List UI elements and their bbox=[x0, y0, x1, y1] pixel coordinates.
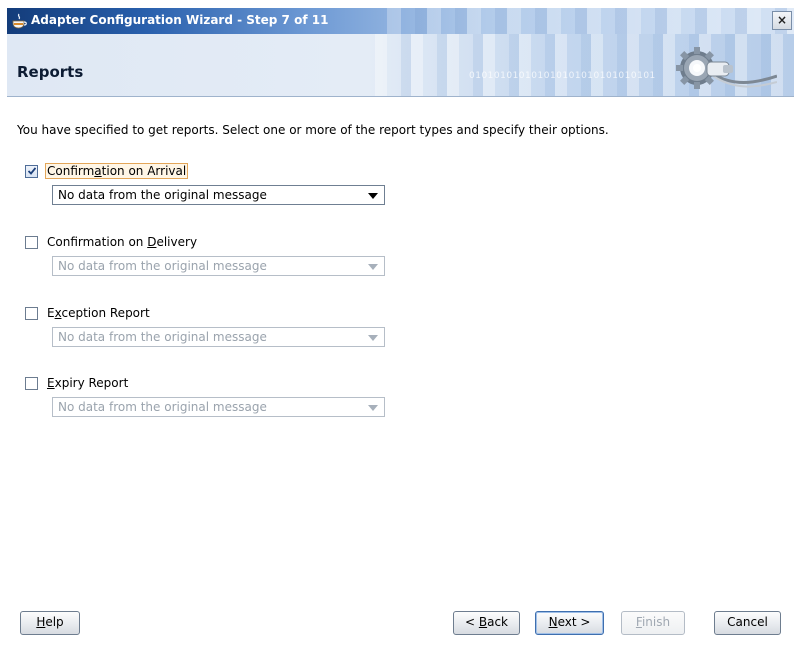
button-text: inish bbox=[641, 615, 671, 629]
page-title: Reports bbox=[17, 63, 84, 81]
confirmation-delivery-label[interactable]: Confirmation on Delivery bbox=[45, 234, 199, 250]
confirmation-arrival-checkbox[interactable] bbox=[25, 165, 38, 178]
exception-report-select[interactable]: No data from the original message bbox=[52, 327, 385, 347]
button-mnemonic: N bbox=[548, 615, 558, 629]
button-mnemonic: B bbox=[478, 615, 488, 629]
expiry-report-checkbox[interactable] bbox=[25, 377, 38, 390]
button-text: ext > bbox=[557, 615, 591, 629]
label-mnemonic: E bbox=[47, 376, 55, 390]
exception-report-label[interactable]: Exception Report bbox=[45, 305, 152, 321]
select-value: No data from the original message bbox=[58, 330, 267, 344]
instruction-text: You have specified to get reports. Selec… bbox=[17, 123, 609, 137]
confirmation-arrival-label[interactable]: Confirmation on Arrival bbox=[45, 163, 189, 179]
header-divider bbox=[7, 96, 794, 97]
cancel-button[interactable]: Cancel bbox=[714, 611, 781, 635]
report-group-delivery: Confirmation on Delivery No data from th… bbox=[25, 234, 385, 296]
close-button[interactable]: × bbox=[772, 11, 792, 30]
select-value: No data from the original message bbox=[58, 400, 267, 414]
window-title: Adapter Configuration Wizard - Step 7 of… bbox=[31, 13, 329, 27]
wizard-window: Adapter Configuration Wizard - Step 7 of… bbox=[7, 8, 794, 670]
finish-button[interactable]: Finish bbox=[621, 611, 685, 635]
button-text: ack bbox=[487, 615, 508, 629]
header-binary-text: 010101010101010101010101010101 bbox=[469, 71, 656, 81]
title-bar-decoration bbox=[387, 8, 794, 34]
next-button[interactable]: Next > bbox=[535, 611, 604, 635]
button-text: elp bbox=[45, 615, 64, 629]
close-icon: × bbox=[776, 13, 788, 27]
wizard-header: 010101010101010101010101010101 Reports bbox=[7, 34, 794, 96]
chevron-down-icon bbox=[368, 335, 378, 341]
report-group-exception: Exception Report No data from the origin… bbox=[25, 305, 385, 367]
label-text: elivery bbox=[156, 235, 198, 249]
chevron-down-icon bbox=[368, 264, 378, 270]
button-mnemonic: H bbox=[36, 615, 46, 629]
checkmark-icon bbox=[28, 167, 36, 175]
confirmation-delivery-select[interactable]: No data from the original message bbox=[52, 256, 385, 276]
confirmation-delivery-checkbox[interactable] bbox=[25, 236, 38, 249]
expiry-report-label[interactable]: Expiry Report bbox=[45, 375, 130, 391]
label-text: E bbox=[47, 306, 55, 320]
select-value: No data from the original message bbox=[58, 259, 267, 273]
title-bar: Adapter Configuration Wizard - Step 7 of… bbox=[7, 8, 794, 34]
chevron-down-icon bbox=[368, 193, 378, 199]
label-text: Confirm bbox=[47, 164, 95, 178]
java-cup-icon bbox=[12, 13, 27, 29]
confirmation-arrival-select[interactable]: No data from the original message bbox=[52, 185, 385, 205]
chevron-down-icon bbox=[368, 405, 378, 411]
gear-cable-icon bbox=[676, 47, 777, 89]
exception-report-checkbox[interactable] bbox=[25, 307, 38, 320]
report-group-arrival: Confirmation on Arrival No data from the… bbox=[25, 163, 385, 225]
help-button[interactable]: Help bbox=[20, 611, 80, 635]
button-text: Cancel bbox=[727, 615, 768, 629]
label-mnemonic: a bbox=[94, 164, 102, 178]
button-text: < bbox=[464, 615, 479, 629]
label-text: xpiry Report bbox=[54, 376, 129, 390]
label-text: tion on Arrival bbox=[101, 164, 187, 178]
report-group-expiry: Expiry Report No data from the original … bbox=[25, 375, 385, 437]
expiry-report-select[interactable]: No data from the original message bbox=[52, 397, 385, 417]
select-value: No data from the original message bbox=[58, 188, 267, 202]
back-button[interactable]: < Back bbox=[453, 611, 520, 635]
label-text: Confirmation on bbox=[47, 235, 148, 249]
label-text: ception Report bbox=[61, 306, 150, 320]
